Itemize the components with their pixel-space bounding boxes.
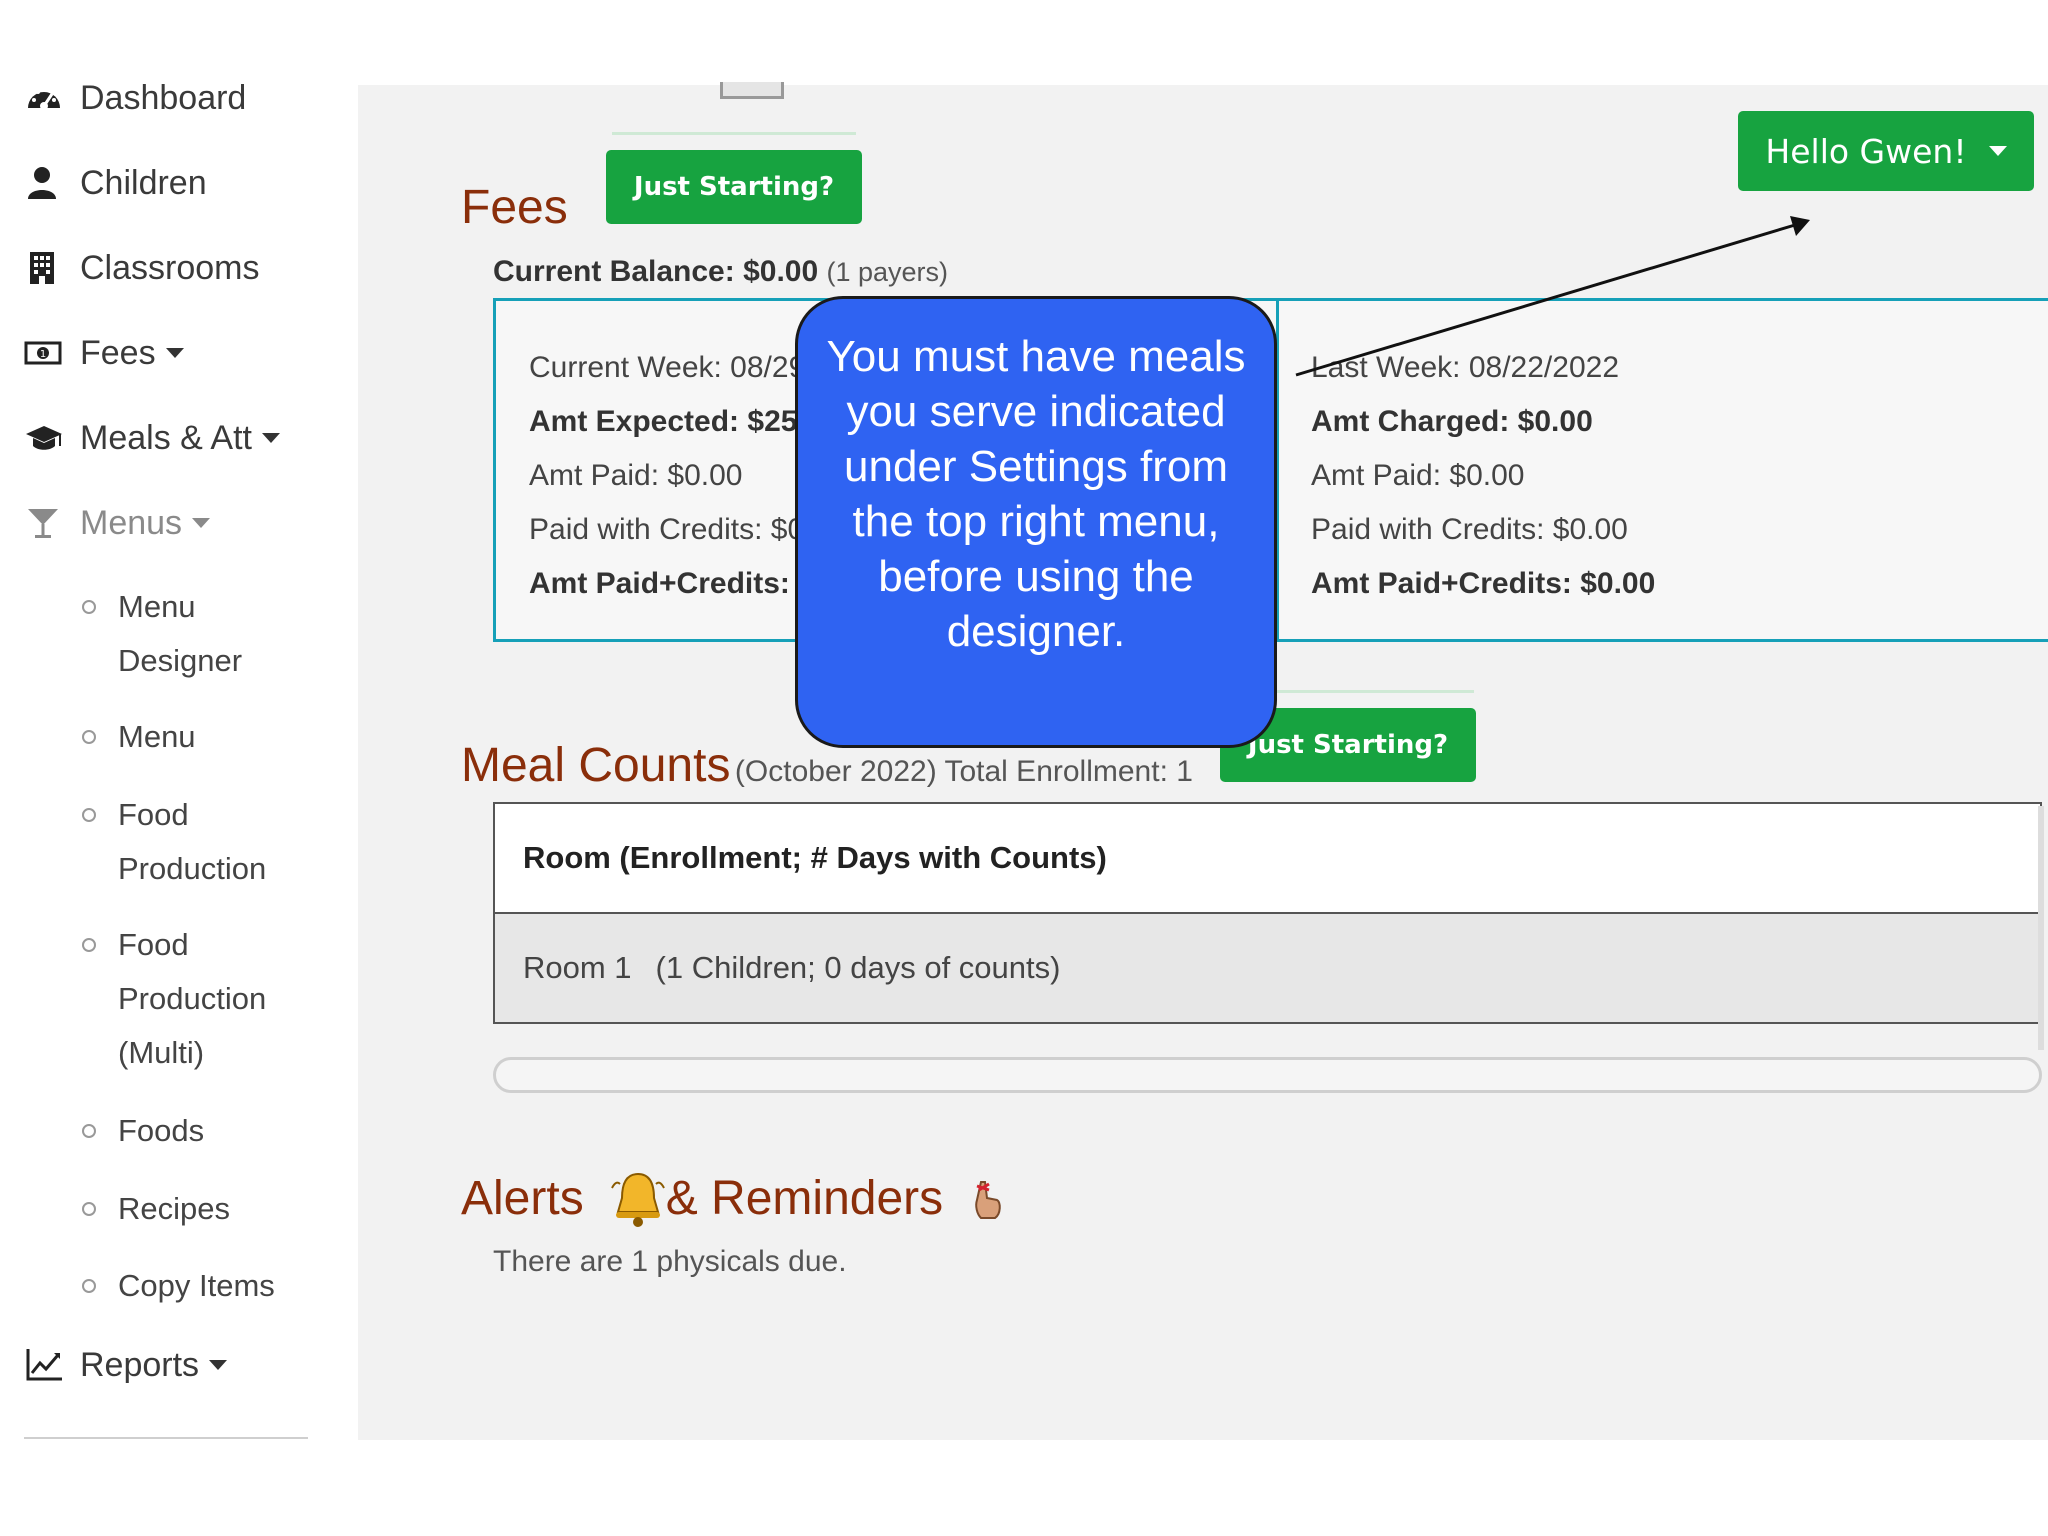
underline-decoration — [612, 132, 856, 135]
balance-label: Current Balance: — [493, 255, 735, 288]
sidebar-item-classrooms[interactable]: Classrooms — [24, 248, 259, 288]
finger-string-icon — [975, 1181, 1001, 1219]
room-detail: (1 Children; 0 days of counts) — [655, 950, 1061, 985]
balance-value: $0.00 — [743, 255, 819, 288]
sidebar-item-label: Classrooms — [80, 248, 260, 287]
chevron-down-icon — [209, 1360, 228, 1370]
scrollbar-vertical[interactable] — [2038, 806, 2044, 1050]
money-icon: 1 — [24, 341, 62, 365]
sidebar-item-label: Meals & Att — [80, 418, 252, 457]
chevron-down-icon — [261, 433, 280, 443]
subitem-label: Food — [118, 797, 189, 832]
sidebar-item-menus[interactable]: Menus — [24, 503, 211, 543]
graduation-cap-icon — [26, 426, 62, 450]
paid-with-credits: Paid with Credits: $0 — [529, 513, 805, 546]
grid-icon — [720, 82, 784, 99]
fees-title: Fees — [461, 181, 568, 234]
horizontal-scrollbar[interactable] — [493, 1057, 2042, 1093]
meal-counts-subtitle: (October 2022) Total Enrollment: 1 — [734, 755, 1193, 788]
svg-text:1: 1 — [40, 349, 46, 360]
subitem-label: (Multi) — [118, 1035, 205, 1070]
chevron-down-icon — [165, 348, 184, 358]
user-icon — [28, 167, 56, 199]
sidebar-item-reports[interactable]: Reports — [24, 1345, 228, 1385]
amt-charged: Amt Charged: $0.00 — [1311, 405, 1593, 438]
sidebar-item-label: Reports — [80, 1345, 200, 1384]
sidebar-item-label: Dashboard — [80, 78, 247, 117]
alerts-header: Alerts & Reminders — [461, 1168, 1007, 1228]
tutorial-callout: You must have meals you serve indicated … — [795, 296, 1277, 748]
subitem-label: Recipes — [118, 1191, 230, 1226]
amt-paid-credits: Amt Paid+Credits: $0.00 — [1311, 567, 1656, 600]
bullet-icon — [82, 730, 96, 744]
subitem-label: Designer — [118, 643, 243, 678]
bullet-icon — [82, 600, 96, 614]
payers-count: (1 payers) — [826, 257, 949, 287]
user-menu-label: Hello Gwen! — [1765, 131, 1967, 171]
column-header: Room (Enrollment; # Days with Counts) — [523, 840, 1107, 875]
subitem-label: Food — [118, 927, 189, 962]
table-row[interactable]: Room 1 (1 Children; 0 days of counts) — [495, 914, 2040, 1022]
bullet-icon — [82, 1279, 96, 1293]
sidebar-item-meals-att[interactable]: Meals & Att — [24, 418, 280, 458]
cocktail-glass-icon — [28, 509, 58, 538]
chevron-down-icon — [192, 518, 211, 528]
paid-with-credits: Paid with Credits: $0.00 — [1311, 513, 1628, 546]
meal-counts-table: Room (Enrollment; # Days with Counts) Ro… — [493, 802, 2042, 1024]
current-balance: Current Balance: $0.00 (1 payers) — [493, 255, 948, 289]
room-name: Room 1 — [523, 950, 632, 985]
sidebar-item-dashboard[interactable]: Dashboard — [24, 78, 246, 118]
table-header: Room (Enrollment; # Days with Counts) — [495, 804, 2040, 914]
subitem-label: Foods — [118, 1113, 205, 1148]
subitem-label: Production — [118, 851, 267, 886]
sidebar-divider — [24, 1437, 308, 1439]
annotation-arrow — [1295, 216, 1810, 377]
alerts-title: Alerts — [461, 1171, 584, 1225]
meal-counts-title: Meal Counts — [461, 739, 731, 792]
amt-expected: Amt Expected: $25 — [529, 405, 798, 438]
bullet-icon — [82, 1124, 96, 1138]
user-menu-button[interactable]: Hello Gwen! — [1738, 111, 2034, 191]
just-starting-button[interactable]: Just Starting? — [606, 150, 862, 224]
sidebar-item-label: Children — [80, 163, 207, 202]
chevron-down-icon — [1988, 146, 2007, 156]
building-icon — [30, 252, 54, 284]
sidebar-item-fees[interactable]: 1 Fees — [24, 333, 184, 373]
subitem-label: Copy Items — [118, 1268, 275, 1303]
subitem-label: Menu — [118, 719, 196, 754]
bell-icon — [610, 1172, 665, 1227]
amt-paid: Amt Paid: $0.00 — [529, 459, 743, 492]
sidebar: Dashboard Children Classrooms 1 Fees Mea… — [0, 0, 358, 1440]
dashboard-icon — [28, 90, 60, 110]
amt-paid: Amt Paid: $0.00 — [1311, 459, 1525, 492]
alerts-message: There are 1 physicals due. — [493, 1245, 847, 1278]
sidebar-item-children[interactable]: Children — [24, 163, 207, 203]
bullet-icon — [82, 1202, 96, 1216]
bullet-icon — [82, 938, 96, 952]
current-week-column: Current Week: 08/29 Amt Expected: $25 Am… — [529, 341, 805, 611]
sidebar-item-label: Fees — [80, 333, 156, 372]
sidebar-item-label: Menus — [80, 503, 183, 542]
subitem-label: Menu — [118, 589, 196, 624]
current-week-heading: Current Week: 08/29 — [529, 351, 806, 384]
amt-paid-credits: Amt Paid+Credits: — [529, 567, 790, 600]
line-chart-icon — [26, 1349, 62, 1381]
reminders-title: & Reminders — [665, 1171, 944, 1225]
bullet-icon — [82, 808, 96, 822]
subitem-label: Production — [118, 981, 267, 1016]
